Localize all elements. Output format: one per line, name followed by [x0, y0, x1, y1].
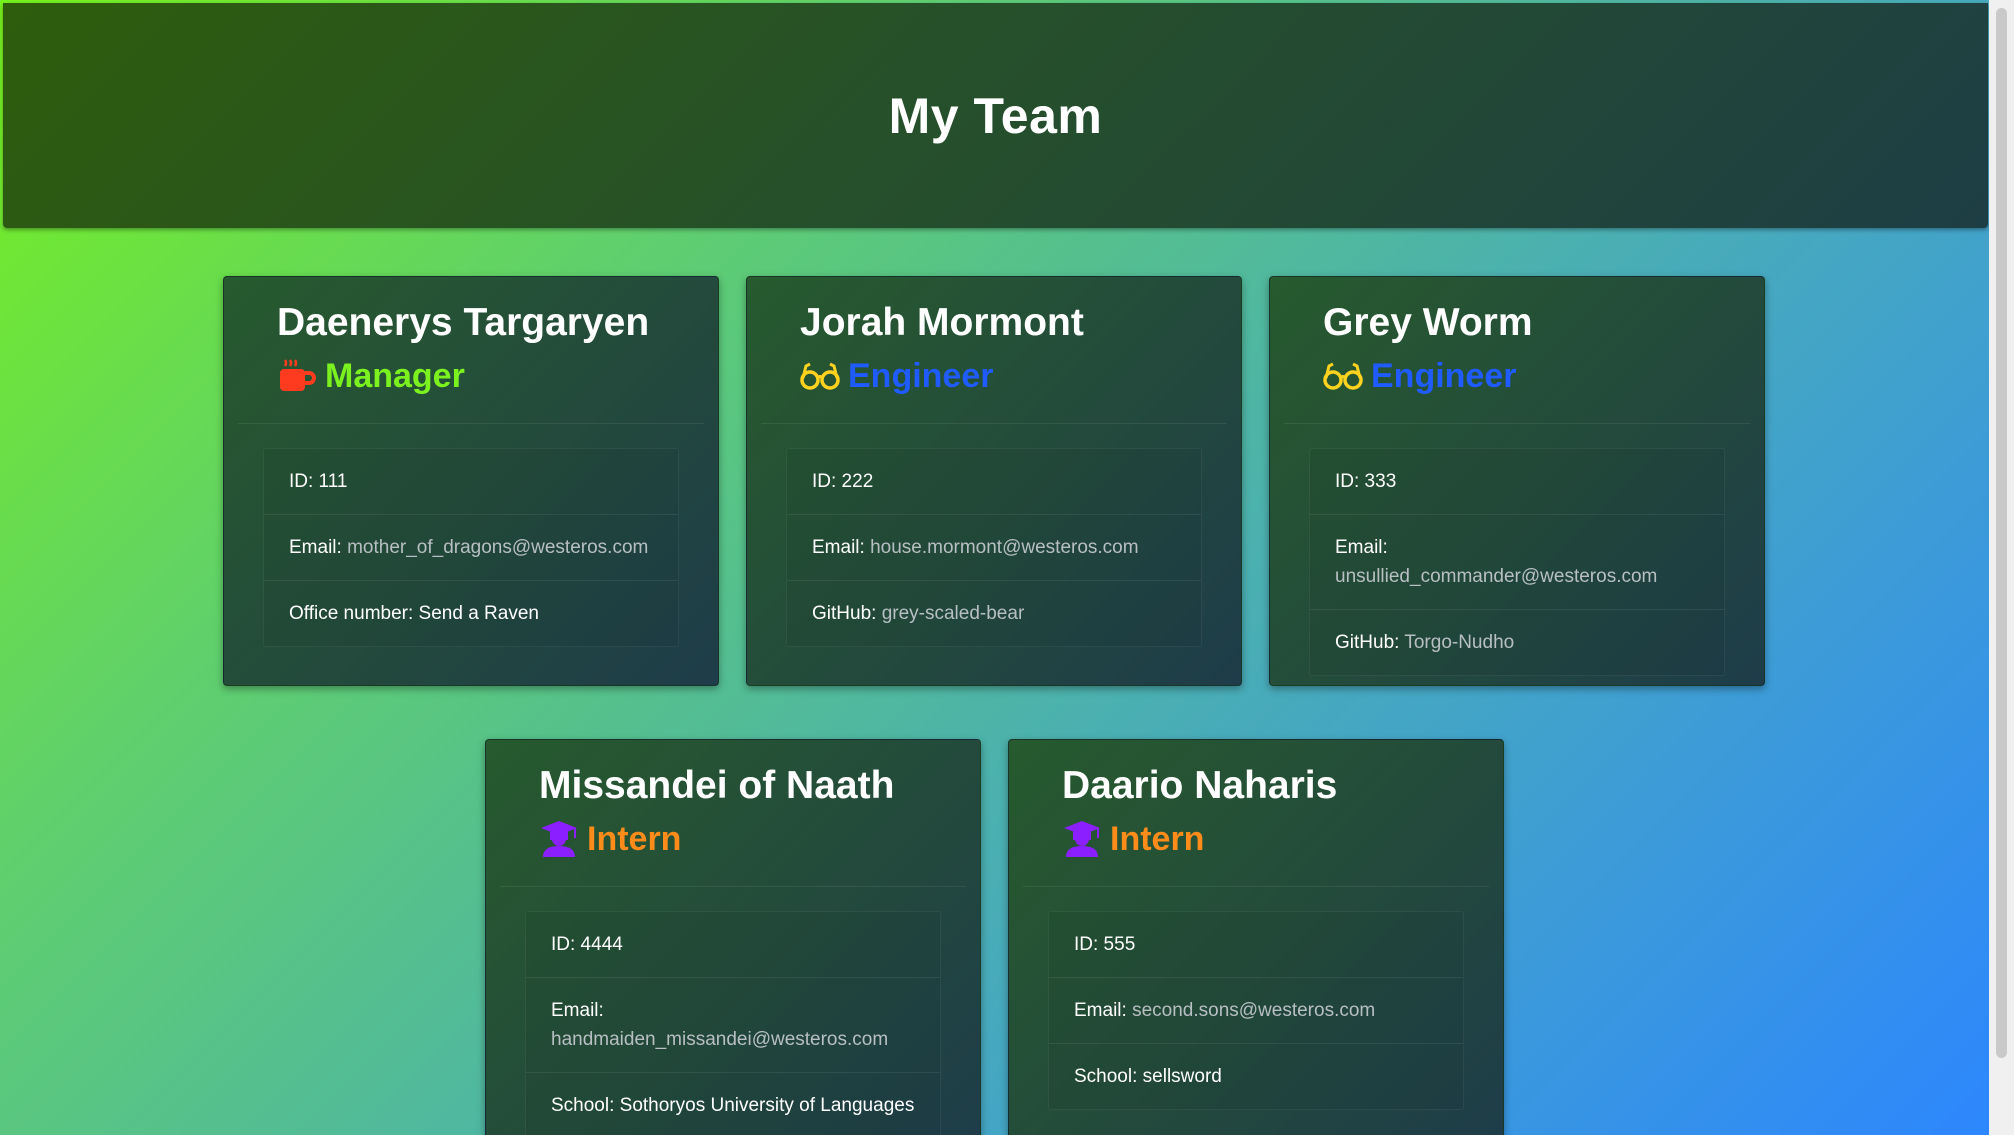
- glasses-icon: [1323, 362, 1363, 390]
- card-header: Missandei of Naath Intern: [500, 740, 966, 887]
- card-header: Jorah Mormont Engineer: [761, 277, 1227, 424]
- office-label: Office number:: [289, 603, 414, 624]
- employee-id: ID: 555: [1074, 934, 1136, 955]
- role-label: Intern: [1110, 820, 1205, 858]
- mug-icon: [280, 359, 316, 391]
- office-number-row: Office number: Send a Raven: [264, 580, 678, 646]
- school-value: Sothoryos University of Languages: [619, 1095, 915, 1116]
- card-body: ID: 222 Email: house.mormont@westeros.co…: [747, 424, 1241, 687]
- employee-email-row: Email: second.sons@westeros.com: [1049, 977, 1463, 1043]
- graduate-icon: [1064, 821, 1100, 857]
- employee-card: Grey Worm Engineer ID: 333 Email: unsull…: [1269, 276, 1765, 686]
- page-viewport: My Team Daenerys Targaryen Manager ID: 1…: [0, 0, 1989, 1135]
- employee-id: ID: 333: [1335, 471, 1397, 492]
- employee-role: Engineer: [1323, 355, 1724, 397]
- employee-card: Daenerys Targaryen Manager ID: 111 Email…: [223, 276, 719, 686]
- employee-card: Jorah Mormont Engineer ID: 222 Email: ho…: [746, 276, 1242, 686]
- email-label: Email:: [1074, 1000, 1127, 1021]
- github-link[interactable]: Torgo-Nudho: [1404, 632, 1514, 653]
- card-header: Daario Naharis Intern: [1023, 740, 1489, 887]
- email-label: Email:: [1335, 537, 1388, 558]
- employee-name: Grey Worm: [1323, 301, 1533, 344]
- scrollbar-thumb[interactable]: [1996, 8, 2007, 1058]
- school-row: School: sellsword: [1049, 1043, 1463, 1109]
- role-label: Manager: [325, 357, 465, 395]
- role-label: Intern: [587, 820, 682, 858]
- employee-card: Daario Naharis Intern ID: 555 Email: sec…: [1008, 739, 1504, 1135]
- graduate-icon: [541, 821, 577, 857]
- email-label: Email:: [289, 537, 342, 558]
- school-row: School: Sothoryos University of Language…: [526, 1072, 940, 1135]
- info-list: ID: 111 Email: mother_of_dragons@westero…: [263, 448, 679, 647]
- github-row: GitHub: grey-scaled-bear: [787, 580, 1201, 646]
- card-header: Grey Worm Engineer: [1284, 277, 1750, 424]
- github-row: GitHub: Torgo-Nudho: [1310, 609, 1724, 675]
- github-label: GitHub:: [1335, 632, 1400, 653]
- info-list: ID: 333 Email: unsullied_commander@weste…: [1309, 448, 1725, 676]
- info-list: ID: 555 Email: second.sons@westeros.com …: [1048, 911, 1464, 1110]
- employee-id: ID: 4444: [551, 934, 623, 955]
- employee-email-row: Email: handmaiden_missandei@westeros.com: [526, 977, 940, 1072]
- info-list: ID: 4444 Email: handmaiden_missandei@wes…: [525, 911, 941, 1135]
- employee-email-row: Email: mother_of_dragons@westeros.com: [264, 514, 678, 580]
- glasses-icon: [800, 362, 840, 390]
- role-label: Engineer: [848, 357, 994, 395]
- employee-id: ID: 222: [812, 471, 874, 492]
- employee-name: Missandei of Naath: [539, 764, 895, 807]
- employee-role: Manager: [277, 355, 678, 397]
- employee-name: Jorah Mormont: [800, 301, 1084, 344]
- office-value: Send a Raven: [418, 603, 539, 624]
- employee-name: Daenerys Targaryen: [277, 301, 650, 344]
- email-label: Email:: [812, 537, 865, 558]
- employee-email-row: Email: house.mormont@westeros.com: [787, 514, 1201, 580]
- email-link[interactable]: house.mormont@westeros.com: [870, 537, 1139, 558]
- employee-id: ID: 111: [289, 471, 348, 492]
- card-body: ID: 333 Email: unsullied_commander@weste…: [1270, 424, 1764, 716]
- github-label: GitHub:: [812, 603, 877, 624]
- employee-role: Intern: [539, 818, 940, 860]
- employee-name: Daario Naharis: [1062, 764, 1338, 807]
- employee-card: Missandei of Naath Intern ID: 4444 Email…: [485, 739, 981, 1135]
- info-list: ID: 222 Email: house.mormont@westeros.co…: [786, 448, 1202, 647]
- email-link[interactable]: second.sons@westeros.com: [1132, 1000, 1375, 1021]
- school-label: School:: [1074, 1066, 1138, 1087]
- school-label: School:: [551, 1095, 615, 1116]
- card-body: ID: 555 Email: second.sons@westeros.com …: [1009, 887, 1503, 1135]
- email-link[interactable]: handmaiden_missandei@westeros.com: [551, 1029, 888, 1050]
- github-link[interactable]: grey-scaled-bear: [882, 603, 1025, 624]
- employee-role: Intern: [1062, 818, 1463, 860]
- role-label: Engineer: [1371, 357, 1517, 395]
- employee-email-row: Email: unsullied_commander@westeros.com: [1310, 514, 1724, 609]
- email-link[interactable]: mother_of_dragons@westeros.com: [347, 537, 648, 558]
- email-label: Email:: [551, 1000, 604, 1021]
- card-header: Daenerys Targaryen Manager: [238, 277, 704, 424]
- card-body: ID: 4444 Email: handmaiden_missandei@wes…: [486, 887, 980, 1135]
- vertical-scrollbar[interactable]: [1989, 0, 2014, 1135]
- card-body: ID: 111 Email: mother_of_dragons@westero…: [224, 424, 718, 687]
- team-cards: Daenerys Targaryen Manager ID: 111 Email…: [0, 0, 1989, 1135]
- employee-role: Engineer: [800, 355, 1201, 397]
- email-link[interactable]: unsullied_commander@westeros.com: [1335, 566, 1657, 587]
- school-value: sellsword: [1142, 1066, 1222, 1087]
